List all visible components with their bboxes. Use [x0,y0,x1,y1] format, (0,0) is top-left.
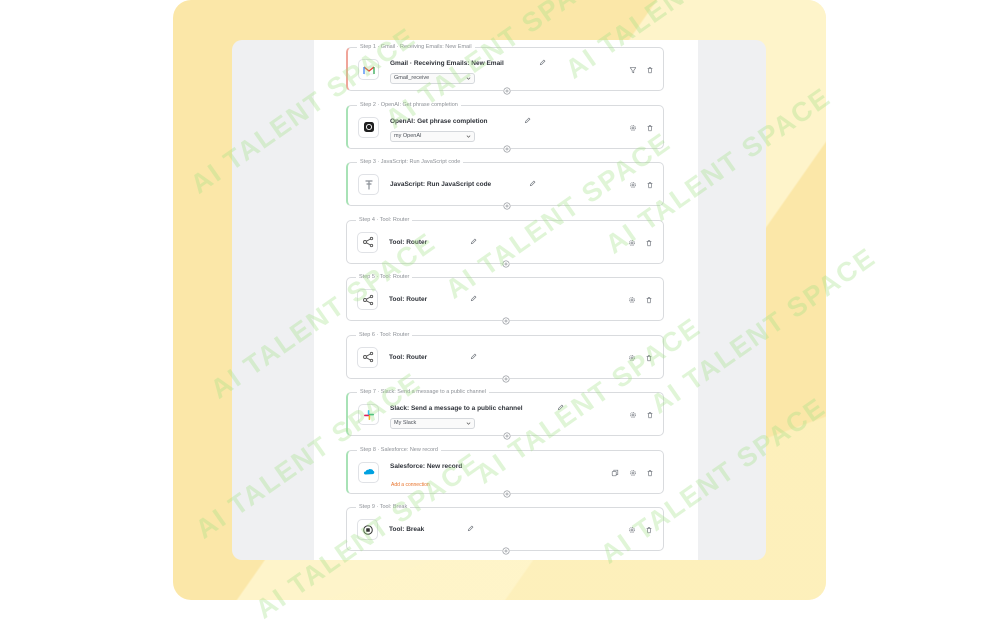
add-step-plus-icon[interactable] [502,374,510,383]
step-title: OpenAI: Get phrase completion [390,117,488,125]
step-card-8[interactable]: Step 8 · Salesforce: New record Salesforc… [346,445,664,498]
add-step-plus-icon[interactable] [503,144,511,153]
trash-icon[interactable] [645,354,653,362]
edit-pencil-icon[interactable] [467,525,474,532]
step-card-9[interactable]: Step 9 · Tool: Break Tool: Break [346,503,664,555]
add-step-plus-icon[interactable] [503,202,511,210]
copy-icon[interactable] [611,469,619,477]
step-card-5[interactable]: Step 5 · Tool: Router Tool: Router [346,273,664,325]
step-tag: Step 9 · Tool: Break [356,503,411,511]
step-card-3[interactable]: Step 3 · JavaScript: Run JavaScript code… [346,158,664,210]
add-step-plus-icon[interactable] [502,259,510,268]
slack-icon [358,404,379,425]
filter-icon[interactable] [629,66,637,74]
add-step-plus-icon[interactable] [503,489,511,498]
workflow-panel: Step 1 · Gmail · Receiving Emails: New E… [232,40,766,560]
edit-pencil-icon[interactable] [557,404,564,411]
step-title: Tool: Router [389,296,428,303]
gear-icon[interactable] [629,469,637,477]
salesforce-icon [358,461,379,483]
edit-pencil-icon[interactable] [470,353,477,360]
trash-icon[interactable] [646,411,654,419]
router-icon [357,346,378,368]
break-icon [357,519,378,540]
chevron-down-icon [466,134,471,139]
edit-pencil-icon[interactable] [529,180,536,187]
step-card-1[interactable]: Step 1 · Gmail · Receiving Emails: New E… [346,43,664,95]
step-card-6[interactable]: Step 6 · Tool: Router Tool: Router [346,330,664,383]
step-title: Tool: Router [389,353,428,361]
trash-icon[interactable] [645,526,653,534]
javascript-icon [358,174,379,195]
step-tag: Step 3 · JavaScript: Run JavaScript code [357,158,464,166]
add-step-plus-icon[interactable] [502,547,510,555]
step-title: JavaScript: Run JavaScript code [390,181,492,188]
add-connection-link[interactable]: Add a connection [391,482,430,488]
chevron-down-icon [466,421,471,426]
chevron-down-icon [466,76,471,81]
gear-icon[interactable] [628,239,636,247]
trash-icon[interactable] [646,66,654,74]
edit-pencil-icon[interactable] [539,59,546,66]
step-tag: Step 2 · OpenAI: Get phrase completion [357,100,461,109]
step-tag: Step 1 · Gmail · Receiving Emails: New E… [357,43,475,51]
gmail-icon [358,59,379,80]
edit-pencil-icon[interactable] [470,295,477,302]
step-tag: Step 8 · Salesforce: New record [357,445,441,454]
gear-icon[interactable] [628,526,636,534]
gear-icon[interactable] [629,411,637,419]
trash-icon[interactable] [646,181,654,189]
connection-select[interactable]: My Slack [390,418,475,429]
step-tag: Step 6 · Tool: Router [356,330,413,339]
step-title: Tool: Router [389,238,428,246]
connection-select[interactable]: my OpenAI [390,130,475,142]
router-icon [357,231,378,253]
trash-icon[interactable] [645,296,653,304]
connection-select-value: My Slack [394,420,417,426]
connection-select-value: Gmail_receive [394,75,430,81]
add-step-plus-icon[interactable] [503,432,511,440]
gear-icon[interactable] [629,124,637,132]
trash-icon[interactable] [646,124,654,132]
step-title: Salesforce: New record [390,462,463,470]
step-tag: Step 7 · Slack: Send a message to a publ… [357,388,489,396]
edit-pencil-icon[interactable] [470,238,477,245]
step-title: Slack: Send a message to a public channe… [390,405,523,412]
connection-select[interactable]: Gmail_receive [390,73,475,84]
connection-select-value: my OpenAI [394,132,422,139]
step-tag: Step 4 · Tool: Router [356,215,413,224]
add-step-plus-icon[interactable] [502,317,510,325]
trash-icon[interactable] [646,469,654,477]
edit-pencil-icon[interactable] [524,117,531,124]
router-icon [357,289,378,310]
openai-icon [358,116,379,138]
gear-icon[interactable] [629,181,637,189]
step-card-7[interactable]: Step 7 · Slack: Send a message to a publ… [346,388,664,440]
workflow-canvas[interactable]: Step 1 · Gmail · Receiving Emails: New E… [314,40,698,560]
step-card-4[interactable]: Step 4 · Tool: Router Tool: Router [346,215,664,268]
step-title: Tool: Break [389,526,425,533]
gear-icon[interactable] [628,296,636,304]
step-title: Gmail · Receiving Emails: New Email [390,60,504,67]
gear-icon[interactable] [628,354,636,362]
step-card-2[interactable]: Step 2 · OpenAI: Get phrase completion Op… [346,100,664,153]
trash-icon[interactable] [645,239,653,247]
add-step-plus-icon[interactable] [503,87,511,95]
step-tag: Step 5 · Tool: Router [356,273,413,281]
